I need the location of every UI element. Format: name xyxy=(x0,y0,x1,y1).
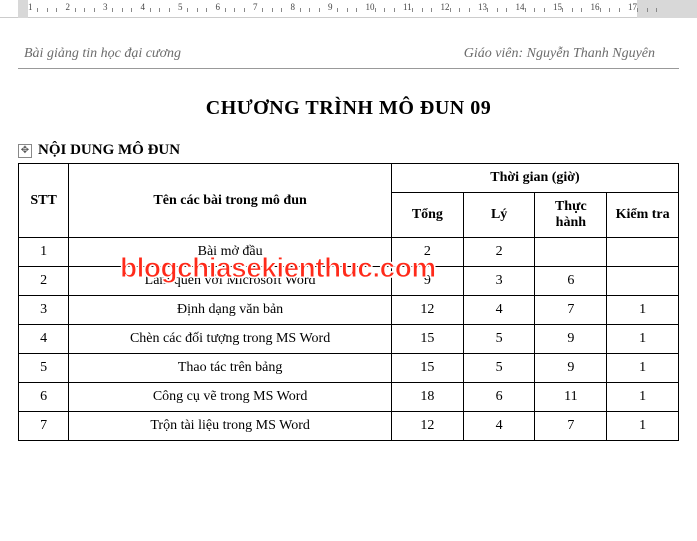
table-move-handle-icon[interactable]: ✥ xyxy=(18,144,32,158)
ruler-number: 11 xyxy=(403,2,412,12)
table-row[interactable]: 6Công cụ vẽ trong MS Word186111 xyxy=(19,383,679,412)
ruler-number: 1 xyxy=(28,2,33,12)
cell-practice[interactable]: 7 xyxy=(535,296,607,325)
cell-practice[interactable]: 7 xyxy=(535,412,607,441)
table-header-row-1: STT Tên các bài trong mô đun Thời gian (… xyxy=(19,164,679,193)
cell-total[interactable]: 18 xyxy=(392,383,464,412)
cell-exam[interactable]: 1 xyxy=(607,296,679,325)
section-heading-row: ✥ NỘI DUNG MÔ ĐUN xyxy=(18,142,679,159)
cell-theory[interactable]: 5 xyxy=(463,354,535,383)
cell-stt[interactable]: 7 xyxy=(19,412,69,441)
table-row[interactable]: 3Định dạng văn bản12471 xyxy=(19,296,679,325)
cell-total[interactable]: 9 xyxy=(392,267,464,296)
col-header-exam: Kiểm tra xyxy=(607,193,679,238)
cell-theory[interactable]: 2 xyxy=(463,238,535,267)
horizontal-ruler[interactable]: 1234567891011121314151617 xyxy=(0,0,697,18)
cell-stt[interactable]: 6 xyxy=(19,383,69,412)
cell-exam[interactable]: 1 xyxy=(607,354,679,383)
table-row[interactable]: 2Làm quen với Microsoft Word936 xyxy=(19,267,679,296)
ruler-number: 7 xyxy=(253,2,258,12)
col-header-time-group: Thời gian (giờ) xyxy=(392,164,679,193)
ruler-number: 12 xyxy=(441,2,450,12)
ruler-number: 5 xyxy=(178,2,183,12)
ruler-number: 17 xyxy=(628,2,637,12)
cell-total[interactable]: 15 xyxy=(392,325,464,354)
cell-theory[interactable]: 5 xyxy=(463,325,535,354)
cell-theory[interactable]: 4 xyxy=(463,412,535,441)
ruler-left-margin xyxy=(18,0,28,18)
ruler-number: 3 xyxy=(103,2,108,12)
col-header-practice: Thực hành xyxy=(535,193,607,238)
header-left-text: Bài giảng tin học đại cương xyxy=(24,46,181,62)
document-header: Bài giảng tin học đại cương Giáo viên: N… xyxy=(18,46,679,69)
cell-total[interactable]: 12 xyxy=(392,296,464,325)
section-title: NỘI DUNG MÔ ĐUN xyxy=(38,142,180,159)
header-right-text: Giáo viên: Nguyễn Thanh Nguyên xyxy=(464,46,655,62)
col-header-stt: STT xyxy=(19,164,69,238)
ruler-number: 16 xyxy=(591,2,600,12)
cell-practice[interactable]: 6 xyxy=(535,267,607,296)
ruler-number: 13 xyxy=(478,2,487,12)
table-row[interactable]: 5Thao tác trên bảng15591 xyxy=(19,354,679,383)
cell-practice[interactable]: 9 xyxy=(535,354,607,383)
cell-practice[interactable]: 11 xyxy=(535,383,607,412)
cell-stt[interactable]: 4 xyxy=(19,325,69,354)
ruler-number: 15 xyxy=(553,2,562,12)
cell-name[interactable]: Trộn tài liệu trong MS Word xyxy=(69,412,392,441)
cell-stt[interactable]: 2 xyxy=(19,267,69,296)
table-body: 1Bài mở đầu222Làm quen với Microsoft Wor… xyxy=(19,238,679,441)
cell-theory[interactable]: 4 xyxy=(463,296,535,325)
ruler-number: 2 xyxy=(66,2,71,12)
module-content-table[interactable]: STT Tên các bài trong mô đun Thời gian (… xyxy=(18,163,679,441)
page-title: CHƯƠNG TRÌNH MÔ ĐUN 09 xyxy=(18,97,679,120)
cell-name[interactable]: Chèn các đối tượng trong MS Word xyxy=(69,325,392,354)
cell-exam[interactable] xyxy=(607,238,679,267)
ruler-track: 1234567891011121314151617 xyxy=(18,0,697,17)
table-row[interactable]: 1Bài mở đầu22 xyxy=(19,238,679,267)
ruler-number: 10 xyxy=(366,2,375,12)
ruler-number: 6 xyxy=(216,2,221,12)
cell-name[interactable]: Công cụ vẽ trong MS Word xyxy=(69,383,392,412)
cell-name[interactable]: Định dạng văn bản xyxy=(69,296,392,325)
cell-stt[interactable]: 5 xyxy=(19,354,69,383)
cell-total[interactable]: 12 xyxy=(392,412,464,441)
cell-theory[interactable]: 6 xyxy=(463,383,535,412)
ruler-number: 14 xyxy=(516,2,525,12)
col-header-name: Tên các bài trong mô đun xyxy=(69,164,392,238)
ruler-number: 9 xyxy=(328,2,333,12)
cell-stt[interactable]: 3 xyxy=(19,296,69,325)
cell-practice[interactable]: 9 xyxy=(535,325,607,354)
cell-exam[interactable]: 1 xyxy=(607,325,679,354)
cell-theory[interactable]: 3 xyxy=(463,267,535,296)
cell-total[interactable]: 2 xyxy=(392,238,464,267)
table-row[interactable]: 7Trộn tài liệu trong MS Word12471 xyxy=(19,412,679,441)
cell-total[interactable]: 15 xyxy=(392,354,464,383)
cell-exam[interactable]: 1 xyxy=(607,412,679,441)
ruler-number: 4 xyxy=(141,2,146,12)
cell-name[interactable]: Thao tác trên bảng xyxy=(69,354,392,383)
cell-exam[interactable] xyxy=(607,267,679,296)
cell-name[interactable]: Bài mở đầu xyxy=(69,238,392,267)
col-header-theory: Lý xyxy=(463,193,535,238)
col-header-total: Tổng xyxy=(392,193,464,238)
cell-stt[interactable]: 1 xyxy=(19,238,69,267)
table-row[interactable]: 4Chèn các đối tượng trong MS Word15591 xyxy=(19,325,679,354)
document-page: Bài giảng tin học đại cương Giáo viên: N… xyxy=(0,18,697,441)
ruler-number: 8 xyxy=(291,2,296,12)
cell-exam[interactable]: 1 xyxy=(607,383,679,412)
cell-name[interactable]: Làm quen với Microsoft Word xyxy=(69,267,392,296)
cell-practice[interactable] xyxy=(535,238,607,267)
